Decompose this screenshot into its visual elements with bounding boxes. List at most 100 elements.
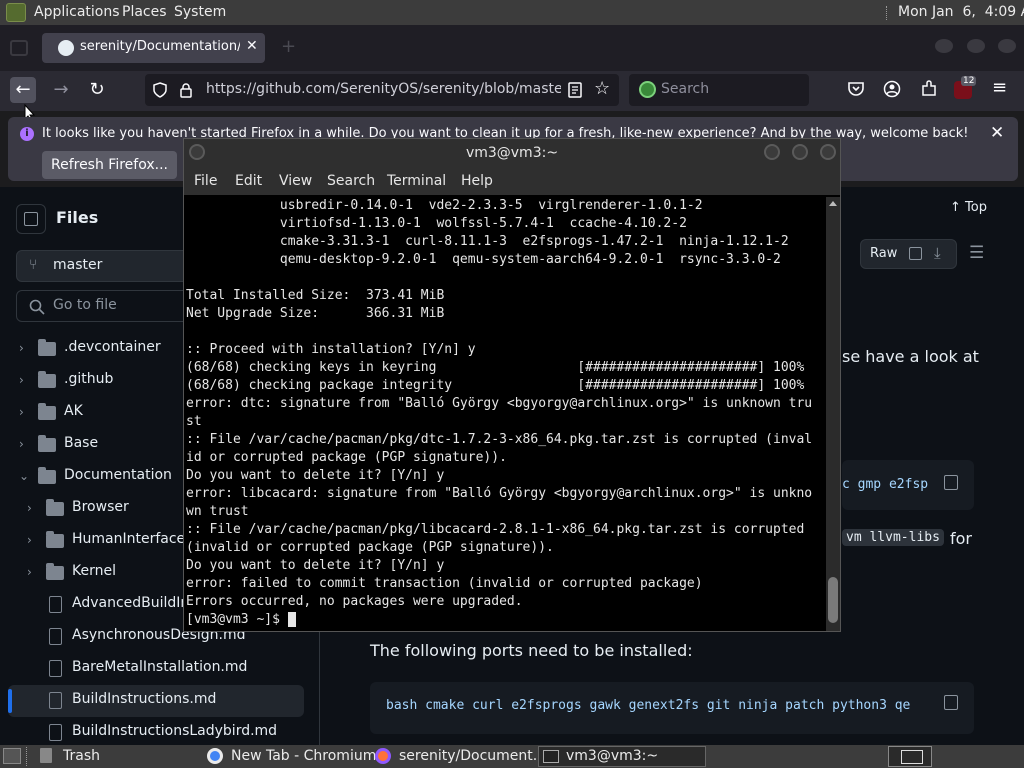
search-bar[interactable]: Search (629, 74, 809, 106)
github-favicon-icon (58, 40, 74, 56)
tab-list-icon[interactable] (10, 40, 28, 56)
tree-item-label: Documentation (64, 467, 172, 483)
raw-button[interactable]: Raw (870, 246, 897, 261)
terminal-menu-icon[interactable] (189, 144, 205, 160)
code-block-1: c gmp e2fsp (842, 460, 974, 510)
terminal-line: :: File /var/cache/pacman/pkg/libcacard-… (186, 522, 813, 537)
sidebar-toggle-button[interactable] (16, 204, 46, 234)
notification-close-icon[interactable]: ✕ (990, 123, 1004, 143)
terminal-close-icon[interactable] (820, 144, 836, 160)
scrollbar-thumb[interactable] (828, 577, 838, 623)
chevron-right-icon[interactable]: › (27, 534, 39, 546)
minimize-window-icon[interactable] (935, 39, 953, 53)
download-icon[interactable]: ⤓ (934, 244, 941, 262)
scroll-up-icon[interactable] (829, 201, 837, 206)
task-trash[interactable]: Trash (36, 746, 196, 767)
file-icon (49, 628, 62, 645)
chromium-icon (207, 748, 223, 764)
show-desktop-icon[interactable] (3, 748, 21, 764)
task-firefox[interactable]: serenity/Document... (372, 746, 546, 767)
chevron-down-icon[interactable]: ⌄ (19, 470, 31, 482)
terminal-line: cmake-3.31.3-1 curl-8.11.1-3 e2fsprogs-1… (186, 234, 789, 249)
close-window-icon[interactable] (998, 39, 1016, 53)
browser-tab-active[interactable]: serenity/Documentation/Bu ✕ (42, 33, 265, 63)
terminal-menu-edit[interactable]: Edit (235, 173, 262, 189)
search-icon (29, 299, 45, 315)
reader-view-icon[interactable] (568, 82, 582, 98)
forward-button[interactable]: → (48, 77, 74, 103)
taskbar-separator (26, 747, 28, 766)
new-tab-icon[interactable]: + (281, 36, 296, 57)
info-icon: i (20, 127, 34, 141)
terminal-icon (543, 750, 559, 763)
terminal-menu-help[interactable]: Help (461, 173, 493, 189)
url-bar[interactable]: https://github.com/SerenityOS/serenity/b… (145, 74, 619, 106)
shield-icon[interactable] (152, 82, 168, 98)
task-chromium[interactable]: New Tab - Chromium (204, 746, 376, 767)
terminal-line: :: File /var/cache/pacman/pkg/dtc-1.7.2-… (186, 432, 813, 447)
copy-code-icon[interactable] (944, 475, 958, 490)
ports-code-text: bash cmake curl e2fsprogs gawk genext2fs… (386, 698, 911, 713)
distro-logo-icon[interactable] (6, 3, 26, 22)
terminal-menu-terminal[interactable]: Terminal (387, 173, 446, 189)
search-engine-icon[interactable] (639, 81, 656, 98)
menu-system[interactable]: System (174, 4, 226, 20)
chevron-right-icon[interactable]: › (19, 438, 31, 450)
terminal-titlebar[interactable]: vm3@vm3:~ (184, 139, 840, 167)
top-panel: Applications Places System Mon Jan 6, 4:… (0, 0, 1024, 25)
tree-item-label: Base (64, 435, 99, 451)
tree-file[interactable]: BareMetalInstallation.md (0, 653, 320, 685)
branch-icon: ⑂ (29, 257, 38, 273)
back-button[interactable]: ← (10, 77, 36, 103)
workspace-switcher[interactable] (888, 746, 932, 767)
pocket-icon[interactable] (847, 81, 865, 97)
terminal-cursor (287, 612, 296, 627)
account-icon[interactable] (883, 80, 901, 98)
folder-icon (46, 563, 64, 580)
copy-ports-icon[interactable] (944, 695, 958, 710)
terminal-menu-file[interactable]: File (194, 173, 217, 189)
extensions-icon[interactable] (920, 80, 938, 98)
lock-icon[interactable] (179, 82, 193, 98)
extension-badge: 12 (961, 76, 977, 86)
chevron-right-icon[interactable]: › (27, 502, 39, 514)
terminal-menu-view[interactable]: View (279, 173, 312, 189)
terminal-output[interactable]: usbredir-0.14.0-1 vde2-2.3.3-5 virglrend… (186, 197, 826, 631)
terminal-maximize-icon[interactable] (792, 144, 808, 160)
clock[interactable]: Mon Jan 6, 4:09 AM (898, 4, 1024, 20)
menu-places[interactable]: Places (122, 4, 167, 20)
folder-icon (46, 531, 64, 548)
task-firefox-label: serenity/Document... (399, 748, 547, 764)
chevron-right-icon[interactable]: › (27, 566, 39, 578)
chevron-right-icon[interactable]: › (19, 406, 31, 418)
chevron-right-icon[interactable]: › (19, 374, 31, 386)
tree-item-label: BareMetalInstallation.md (72, 659, 248, 675)
copy-icon[interactable] (909, 247, 922, 260)
maximize-window-icon[interactable] (967, 39, 985, 53)
menu-applications[interactable]: Applications (34, 4, 120, 20)
task-terminal[interactable]: vm3@vm3:~ (538, 746, 706, 767)
terminal-line: virtiofsd-1.13.0-1 wolfssl-5.7.4-1 ccach… (186, 216, 687, 231)
terminal-window: vm3@vm3:~ File Edit View Search Terminal… (183, 138, 841, 632)
top-link[interactable]: ↑ Top (950, 200, 987, 215)
tree-file[interactable]: BuildInstructions.md (8, 685, 304, 717)
workspace-1[interactable] (901, 750, 923, 764)
selected-indicator (8, 689, 12, 713)
hamburger-menu-icon[interactable]: ≡ (992, 77, 1007, 98)
terminal-line: error: libcacard: signature from "Balló … (186, 486, 813, 501)
chevron-right-icon[interactable]: › (19, 342, 31, 354)
refresh-firefox-button[interactable]: Refresh Firefox... (42, 151, 177, 179)
url-text: https://github.com/SerenityOS/serenity/b… (206, 81, 561, 97)
terminal-scrollbar[interactable] (826, 197, 840, 631)
terminal-menu-search[interactable]: Search (327, 173, 375, 189)
bookmark-star-icon[interactable]: ☆ (594, 78, 610, 99)
tab-close-icon[interactable]: ✕ (246, 38, 258, 54)
terminal-line: id or corrupted package (PGP signature))… (186, 450, 507, 465)
terminal-minimize-icon[interactable] (764, 144, 780, 160)
reload-button[interactable]: ↻ (84, 77, 110, 103)
outline-icon[interactable]: ☰ (969, 243, 984, 263)
terminal-line: Do you want to delete it? [Y/n] y (186, 468, 445, 483)
folder-icon (38, 371, 56, 388)
